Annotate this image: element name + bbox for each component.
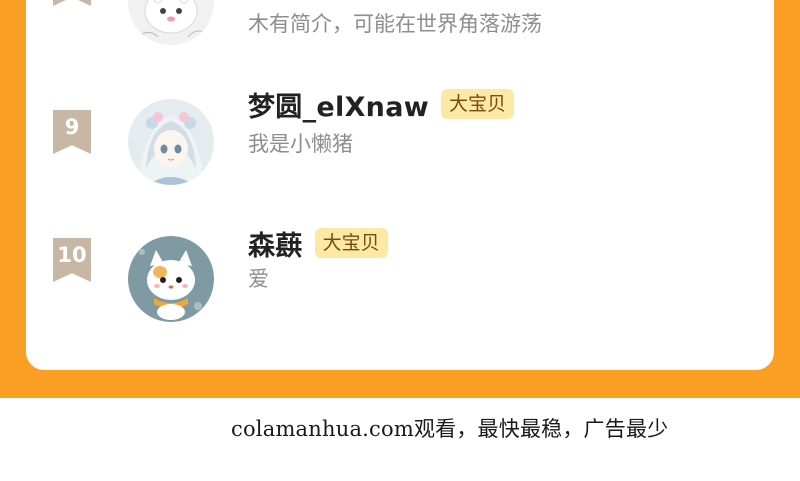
rank-tag: 8 bbox=[53, 0, 91, 6]
ranking-row[interactable]: 9 梦圆_elXnaw 大宝贝 我是小懒猪 bbox=[26, 89, 774, 195]
user-bio: 爱 bbox=[248, 267, 269, 291]
ranking-row[interactable]: 8 木有简介，可能在世界角落游荡 bbox=[26, 0, 774, 80]
rank-tag: 9 bbox=[53, 110, 91, 154]
cat-avatar-icon[interactable] bbox=[128, 236, 214, 322]
user-name[interactable]: 梦圆_elXnaw bbox=[248, 85, 429, 124]
ranking-card: 8 木有简介，可能在世界角落游荡 9 bbox=[26, 0, 774, 370]
name-line: 森蕻 大宝贝 bbox=[248, 224, 388, 263]
name-line: 梦圆_elXnaw 大宝贝 bbox=[248, 85, 514, 124]
rank-tag: 10 bbox=[53, 238, 91, 282]
anime-girl-avatar-icon[interactable] bbox=[128, 99, 214, 185]
bunny-avatar-icon[interactable] bbox=[128, 0, 214, 45]
footer-notice: colamanhua.com观看，最快最稳，广告最少 bbox=[231, 417, 669, 441]
badge-label: 大宝贝 bbox=[440, 89, 514, 119]
user-bio: 我是小懒猪 bbox=[248, 132, 353, 156]
ranking-row[interactable]: 10 森蕻 大宝贝 爱 bbox=[26, 228, 774, 334]
user-name[interactable]: 森蕻 bbox=[248, 224, 303, 263]
badge-label: 大宝贝 bbox=[314, 228, 388, 258]
user-bio: 木有简介，可能在世界角落游荡 bbox=[248, 12, 542, 36]
